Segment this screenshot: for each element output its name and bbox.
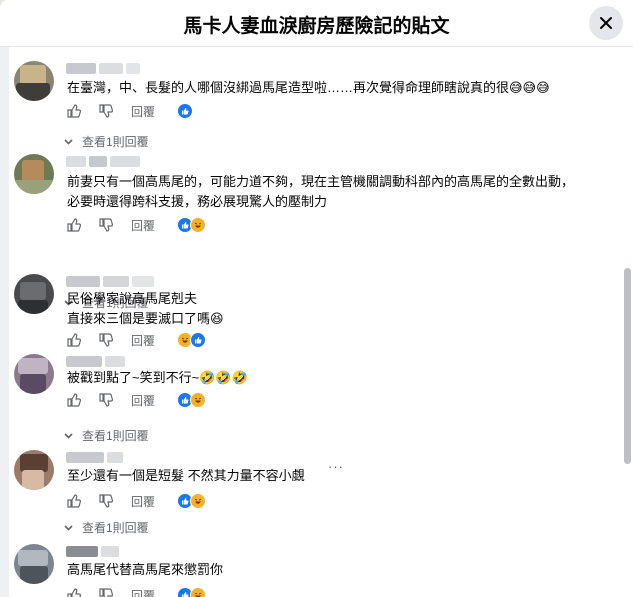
comment-text: 民俗學家說高馬尾剋夫 直接來三個是要滅口了嗎😆 [67,291,224,326]
close-icon [600,17,612,29]
reaction-summary[interactable] [177,217,207,233]
dislike-icon[interactable] [99,588,113,597]
reply-button[interactable]: 回覆 [131,392,155,409]
view-replies-button[interactable]: 查看1則回覆 [64,133,149,150]
scrollbar-thumb[interactable] [624,268,631,464]
like-icon[interactable] [67,218,81,232]
commenter-name-blurred[interactable] [66,452,123,464]
post-comments-dialog: 馬卡人妻血淚廚房歷險記的貼文 在臺灣，中、長髮的人哪個沒綁過馬尾造型啦……再次覺… [0,0,633,597]
chevron-down-icon [64,138,73,145]
like-icon[interactable] [67,494,81,508]
comment-actions: 回覆 [67,391,207,409]
comment-actions: 回覆 [67,331,207,349]
chevron-down-icon [64,524,73,531]
like-icon[interactable] [67,104,81,118]
haha-reaction-icon [190,392,207,408]
reaction-summary[interactable] [177,392,207,408]
dislike-icon[interactable] [99,104,113,118]
commenter-name-blurred[interactable] [66,356,125,368]
avatar[interactable] [14,274,54,314]
haha-reaction-icon [190,587,207,597]
chevron-down-icon [64,432,73,439]
comment-actions: 回覆 [67,216,207,234]
like-icon[interactable] [67,333,81,347]
haha-reaction-icon [190,493,207,509]
comment-text: 高馬尾代替高馬尾來懲罰你 [67,562,224,577]
reply-button[interactable]: 回覆 [131,332,155,349]
commenter-name-blurred[interactable] [66,546,119,558]
close-button[interactable] [589,6,623,40]
like-reaction-icon [177,103,194,119]
comment-actions: 回覆 [67,102,194,120]
comment-actions: 回覆 [67,586,207,597]
like-reaction-icon [190,332,207,348]
comment-text: 至少還有一個是短髮 不然其力量不容小覷 [67,468,305,483]
dislike-icon[interactable] [99,494,113,508]
reply-button[interactable]: 回覆 [131,103,155,120]
reply-button[interactable]: 回覆 [131,587,155,597]
dislike-icon[interactable] [99,333,113,347]
dialog-title: 馬卡人妻血淚廚房歷險記的貼文 [183,16,450,37]
commenter-name-blurred[interactable] [66,276,154,288]
comments-list[interactable]: 在臺灣，中、長髮的人哪個沒綁過馬尾造型啦……再次覺得命理師瞎說真的很😅😅😅 回覆… [0,47,633,597]
haha-reaction-icon [190,217,207,233]
reaction-summary[interactable] [177,332,207,348]
avatar[interactable] [14,61,54,101]
commenter-name-blurred[interactable] [66,63,140,75]
avatar[interactable] [14,544,54,584]
avatar[interactable] [14,354,54,394]
avatar[interactable] [14,154,54,194]
commenter-name-blurred[interactable] [66,156,140,168]
view-replies-button[interactable]: 查看1則回覆 [64,427,149,444]
view-replies-button[interactable]: 查看1則回覆 [64,519,149,536]
dislike-icon[interactable] [99,393,113,407]
reply-button[interactable]: 回覆 [131,493,155,510]
reaction-summary[interactable] [177,587,207,597]
dislike-icon[interactable] [99,218,113,232]
avatar[interactable] [14,450,54,490]
comment-text: 在臺灣，中、長髮的人哪個沒綁過馬尾造型啦……再次覺得命理師瞎說真的很😅😅😅 [67,80,550,95]
reaction-summary[interactable] [177,103,194,119]
comment-actions: 回覆 [67,492,207,510]
like-icon[interactable] [67,393,81,407]
reaction-summary[interactable] [177,493,207,509]
dialog-header: 馬卡人妻血淚廚房歷險記的貼文 [0,0,633,47]
comment-text: 被戳到點了~笑到不行~🤣🤣🤣 [67,370,248,385]
reply-button[interactable]: 回覆 [131,217,155,234]
like-icon[interactable] [67,588,81,597]
comment-text: 前妻只有一個高馬尾的，可能力道不夠，現在主管機關調動科部內的高馬尾的全數出動， … [67,174,575,209]
more-options-button[interactable]: ··· [328,459,344,474]
